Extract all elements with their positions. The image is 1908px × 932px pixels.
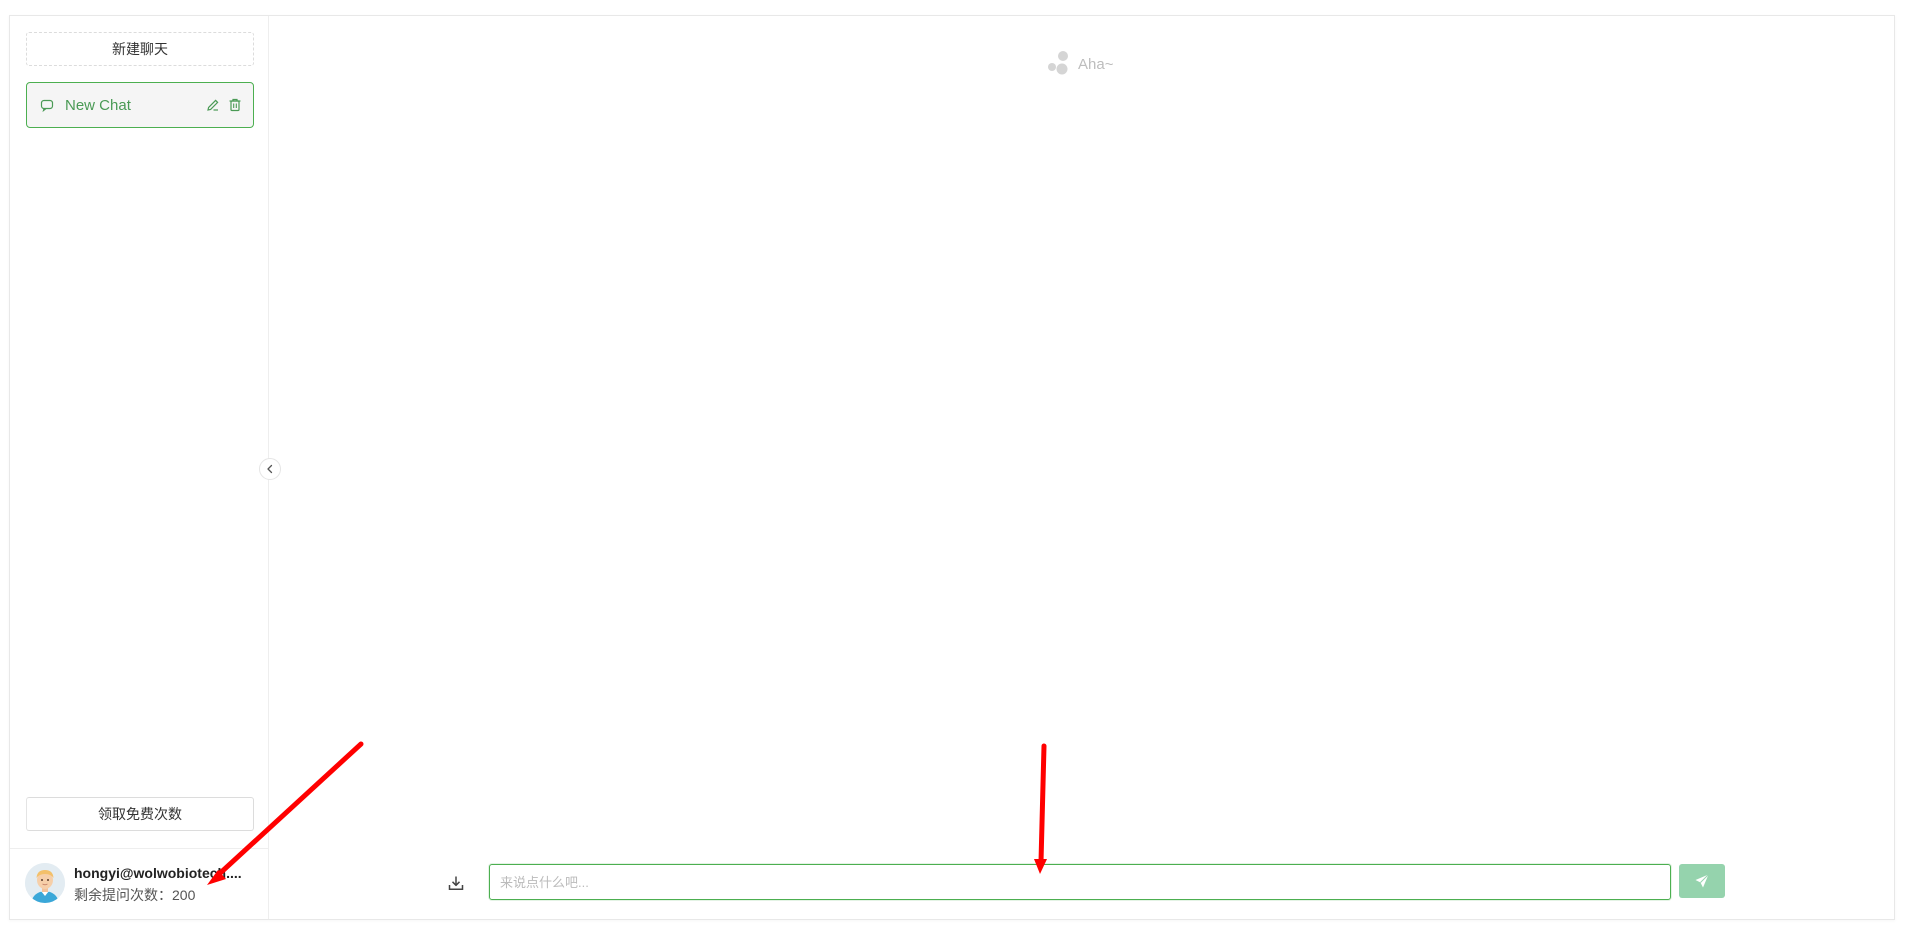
app-window: 新建聊天 New Chat 领取免费次数 hongyi@wolwobiotech… [9, 15, 1895, 920]
remaining-quota: 剩余提问次数：200 [74, 887, 196, 903]
collapse-sidebar-button[interactable] [259, 458, 281, 480]
dots-logo-icon [1046, 50, 1072, 78]
avatar[interactable] [25, 863, 65, 903]
empty-state-text: Aha~ [1078, 55, 1114, 73]
empty-state: Aha~ [1046, 50, 1113, 78]
chat-list-item[interactable]: New Chat [26, 82, 254, 128]
chat-main: Aha~ [269, 16, 1894, 919]
send-icon [1694, 873, 1710, 889]
chat-input[interactable] [489, 864, 1671, 900]
user-email: hongyi@wolwobiotech.... [74, 865, 242, 881]
chat-bubble-icon [39, 97, 55, 113]
chat-item-label: New Chat [65, 96, 131, 114]
edit-icon[interactable] [205, 97, 221, 113]
send-button[interactable] [1679, 864, 1725, 898]
new-chat-button[interactable]: 新建聊天 [26, 32, 254, 66]
trash-icon[interactable] [227, 97, 243, 113]
download-icon[interactable] [445, 872, 467, 894]
user-info: hongyi@wolwobiotech.... 剩余提问次数：200 [10, 848, 268, 921]
composer [269, 864, 1894, 904]
chevron-left-icon [264, 463, 276, 475]
claim-free-quota-button[interactable]: 领取免费次数 [26, 797, 254, 831]
sidebar: 新建聊天 New Chat 领取免费次数 hongyi@wolwobiotech… [10, 16, 269, 919]
